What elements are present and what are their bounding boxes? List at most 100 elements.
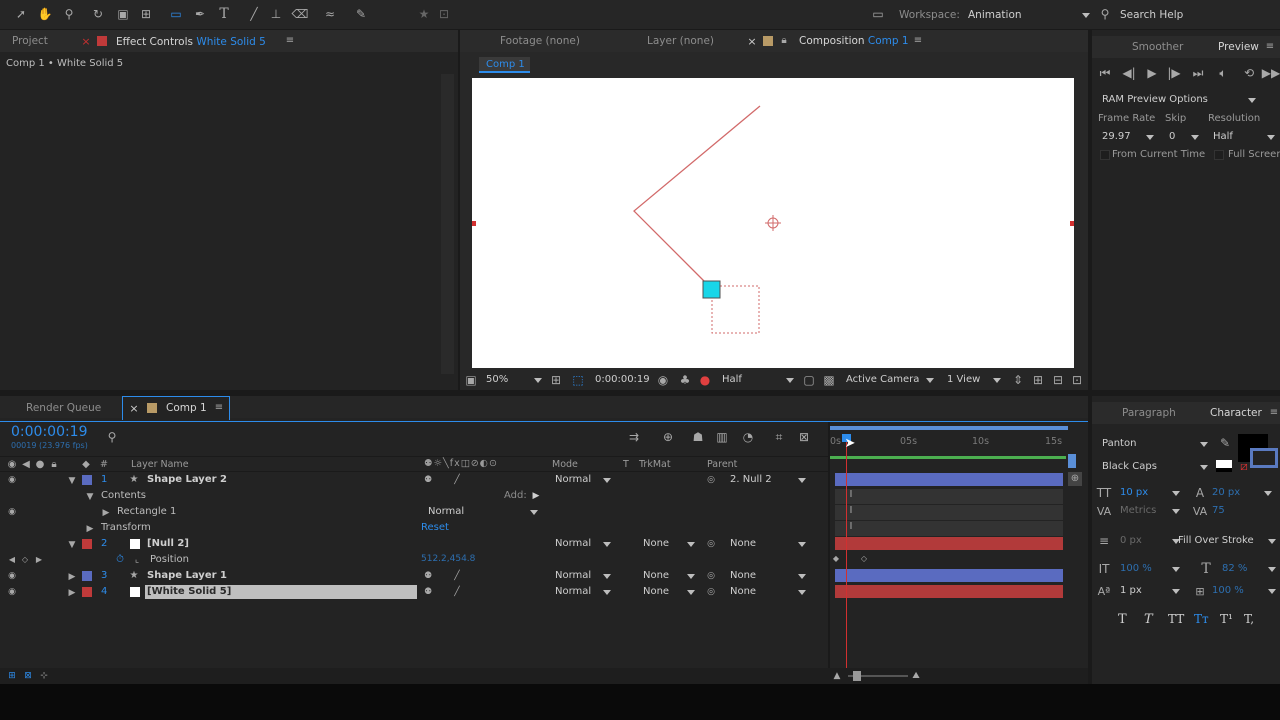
frame-blending-icon[interactable]: ▥ (714, 430, 730, 444)
small-caps-button[interactable]: Tт (1194, 612, 1209, 626)
type-tool-icon[interactable]: T (216, 6, 232, 22)
frame-rate-dropdown[interactable]: 29.97 (1102, 130, 1154, 144)
audio-toggle-icon[interactable]: ◀ (20, 459, 32, 471)
camera-tool-icon[interactable]: ▣ (114, 6, 132, 22)
white-black-swatch[interactable] (1216, 460, 1232, 472)
solo-icon[interactable]: ● (34, 459, 46, 471)
search-help[interactable]: Search Help (1120, 9, 1183, 21)
font-family-dropdown[interactable]: Panton (1102, 437, 1208, 451)
pick-whip-icon[interactable]: ◎ (705, 474, 717, 486)
first-frame-icon[interactable]: ⏮ (1098, 66, 1112, 80)
from-current-time-checkbox[interactable] (1100, 150, 1110, 160)
parent-dropdown[interactable]: None (730, 537, 806, 551)
show-snapshot-icon[interactable]: ♣ (678, 373, 692, 387)
lock-icon[interactable]: 🔒︎ (48, 459, 60, 471)
layer-row[interactable]: ◉ ▶ 3 ★ Shape Layer 1 ⚉ ╱ Normal None ◎ … (0, 568, 828, 584)
twirl-right-icon[interactable]: ▶ (84, 523, 96, 535)
shy-layers-icon[interactable]: ☗ (690, 430, 706, 444)
tab-layer[interactable]: Layer (none) (647, 30, 714, 52)
transparency-grid-icon[interactable]: ▩ (822, 373, 836, 387)
play-icon[interactable]: ▶ (1145, 66, 1159, 80)
skip-dropdown[interactable]: 0 (1169, 130, 1199, 144)
parent-dropdown[interactable]: None (730, 569, 806, 583)
layer-bar-null-2[interactable] (835, 537, 1063, 550)
stroke-type-dropdown[interactable]: Fill Over Stroke (1178, 534, 1276, 548)
layer-row[interactable]: ▼ 2 [Null 2] Normal None ◎ None (0, 536, 828, 552)
current-time-indicator[interactable] (846, 434, 847, 676)
zoom-dropdown[interactable]: 50% (486, 373, 542, 387)
pick-whip-icon[interactable]: ◎ (705, 586, 717, 598)
tab-composition[interactable]: Composition Comp 1 (799, 30, 909, 52)
current-time[interactable]: 0:00:00:19 (11, 424, 88, 440)
views-dropdown[interactable]: 1 View (947, 373, 1001, 387)
eye-icon[interactable]: ◉ (6, 586, 18, 598)
shy-switch-icon[interactable]: ⚉ (422, 570, 434, 582)
in-out-icon[interactable]: ⊹ (38, 670, 50, 682)
property-row[interactable]: ◀ ◇ ▶ ⏱ ⌞ Position 512.2,454.8 (0, 552, 828, 568)
tsume-field[interactable]: 100 % (1212, 584, 1276, 598)
resolution-dropdown[interactable]: Half (722, 373, 794, 387)
mode-dropdown[interactable]: Normal (555, 473, 611, 487)
next-keyframe-icon[interactable]: ▶ (33, 554, 45, 566)
tab-comp-1[interactable]: × Comp 1 ≡ (122, 396, 230, 420)
trkmat-dropdown[interactable]: None (643, 569, 695, 583)
zoom-in-icon[interactable]: ⛰ (908, 670, 924, 682)
comp-navigator-button[interactable]: Comp 1 (479, 57, 530, 73)
label-color[interactable] (82, 539, 92, 549)
transform-label[interactable]: Transform (101, 522, 151, 533)
toggle-pixel-aspect-icon[interactable]: ⇕ (1011, 373, 1025, 387)
camera-dropdown[interactable]: Active Camera (846, 373, 934, 387)
last-frame-icon[interactable]: ⏭ (1191, 66, 1205, 80)
eyedropper-icon[interactable]: ✎ (1218, 436, 1232, 450)
layer-row[interactable]: ◉ ▶ 4 [White Solid 5] ⚉ ╱ Normal None ◎ … (0, 584, 828, 600)
quality-switch-icon[interactable]: ╱ (451, 570, 463, 582)
search-icon[interactable]: ⚲ (1098, 7, 1112, 21)
mode-dropdown[interactable]: Normal (555, 569, 611, 583)
quality-switch-icon[interactable]: ╱ (451, 586, 463, 598)
mask-visibility-icon[interactable]: ⬚ (571, 373, 585, 387)
font-style-dropdown[interactable]: Black Caps (1102, 460, 1208, 474)
draft-3d-icon[interactable]: ⊕ (660, 430, 676, 444)
tab-character[interactable]: Character (1210, 402, 1262, 424)
panel-menu-icon[interactable]: ≡ (1268, 407, 1280, 419)
rectangle-tool-icon[interactable]: ▭ (168, 6, 184, 22)
region-of-interest-icon[interactable]: ▢ (802, 373, 816, 387)
transfer-controls-icon[interactable]: ⊠ (22, 670, 34, 682)
position-value[interactable]: 512.2,454.8 (421, 554, 475, 564)
brush-tool-icon[interactable]: ╱ (246, 6, 262, 22)
hand-tool-icon[interactable]: ✋ (37, 6, 53, 22)
layer-bar-shape-1[interactable] (835, 569, 1063, 582)
tracking-field[interactable]: 75 (1212, 504, 1272, 518)
scroll-indicator-icon[interactable]: ⊕ (1068, 472, 1082, 486)
snapshot-icon[interactable]: ◉ (656, 373, 670, 387)
twirl-down-icon[interactable]: ▼ (66, 539, 78, 551)
audio-icon[interactable]: 🔈︎ (1216, 66, 1230, 80)
pen-tool-icon[interactable]: ✒ (192, 6, 208, 22)
timeline-icon[interactable]: ⊟ (1051, 373, 1065, 387)
viewer-timecode[interactable]: 0:00:00:19 (595, 374, 650, 385)
graph-icon[interactable]: ⌞ (131, 554, 143, 566)
baseline-shift-field[interactable]: 1 px (1120, 584, 1180, 598)
layer-name[interactable]: Shape Layer 2 (147, 474, 227, 485)
video-toggle-icon[interactable]: ◉ (6, 459, 18, 471)
flowchart-icon[interactable]: ⊡ (1070, 373, 1084, 387)
close-icon[interactable]: × (80, 35, 92, 47)
property-row[interactable]: ▼ Contents Add: ▶ (0, 488, 828, 504)
layer-name[interactable]: [Null 2] (147, 538, 189, 549)
column-layer-name[interactable]: Layer Name (131, 459, 189, 470)
tab-footage[interactable]: Footage (none) (500, 30, 580, 52)
twirl-right-icon[interactable]: ▶ (66, 571, 78, 583)
close-icon[interactable]: × (746, 35, 758, 47)
tab-smoother[interactable]: Smoother (1132, 36, 1183, 58)
property-row[interactable]: ◉ ▶ Rectangle 1 Normal (0, 504, 828, 520)
eye-icon[interactable]: ◉ (6, 506, 18, 518)
motion-blur-icon[interactable]: ◔ (740, 430, 756, 444)
stroke-width-field[interactable]: 0 px (1120, 534, 1180, 548)
twirl-right-icon[interactable]: ▶ (66, 587, 78, 599)
timeline-graph[interactable]: 0s 05s 10s 15s I I I ◆ ◇ ⊕ ➤ (830, 426, 1088, 684)
kerning-field[interactable]: Metrics (1120, 504, 1180, 518)
vertical-scale-field[interactable]: 100 % (1120, 562, 1180, 576)
trkmat-dropdown[interactable]: None (643, 537, 695, 551)
stopwatch-icon[interactable]: ⏱ (114, 554, 126, 566)
close-icon[interactable]: × (128, 402, 140, 414)
